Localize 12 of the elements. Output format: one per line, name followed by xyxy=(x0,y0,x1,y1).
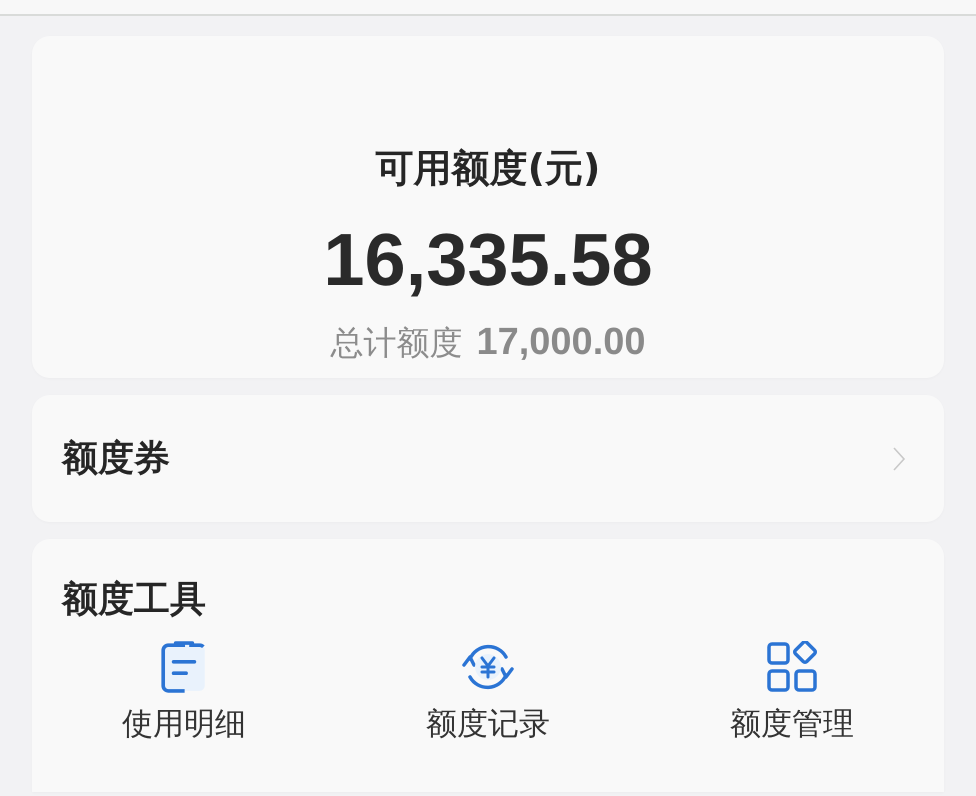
balance-amount: 16,335.58 xyxy=(323,218,653,302)
tool-button[interactable]: 额度管理 xyxy=(640,641,944,745)
total-label: 总计额度 xyxy=(330,322,462,364)
tool-button[interactable]: 额度记录 xyxy=(336,641,640,745)
grid-diamond-icon xyxy=(766,641,818,693)
total-amount: 17,000.00 xyxy=(476,320,646,364)
coupon-row[interactable]: 额度券 xyxy=(32,395,944,522)
tools-title: 额度工具 xyxy=(62,578,206,622)
tool-button[interactable]: 使用明细 xyxy=(32,641,336,745)
balance-title: 可用额度(元) xyxy=(376,145,600,192)
chevron-right-icon xyxy=(892,444,906,472)
coupon-label: 额度券 xyxy=(62,436,170,480)
